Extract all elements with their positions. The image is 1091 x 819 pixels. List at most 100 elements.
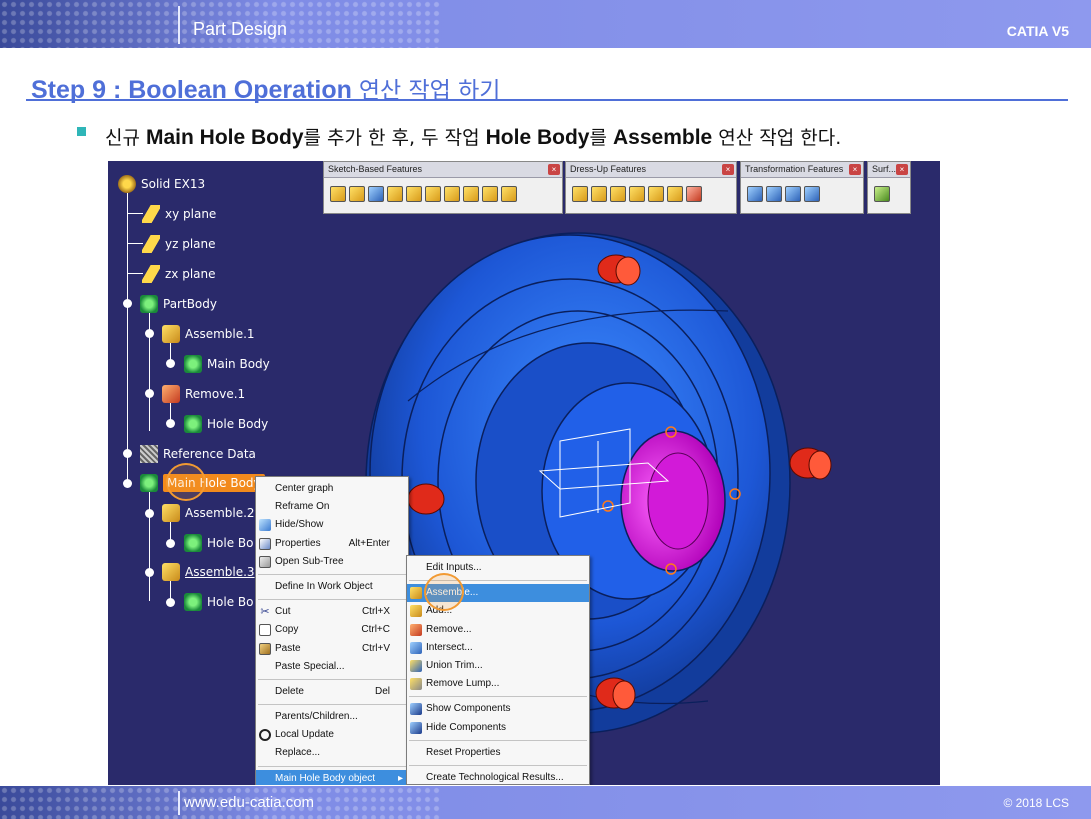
sub-tree-icon (259, 555, 271, 568)
menu-item-reset-properties[interactable]: Reset Properties (407, 744, 589, 762)
menu-item-center-graph[interactable]: Center graph (256, 480, 408, 498)
menu-item-open-sub-tree[interactable]: Open Sub-Tree (256, 553, 408, 571)
tree-node-xy-plane[interactable]: xy plane (142, 203, 216, 225)
menu-item-paste-special[interactable]: Paste Special... (256, 658, 408, 676)
bullet-part: 를 추가 한 후, 두 작업 (303, 127, 486, 149)
expand-toggle[interactable] (166, 598, 175, 607)
expand-toggle[interactable] (166, 419, 175, 428)
body-gear-icon (140, 474, 158, 492)
close-icon[interactable]: × (849, 164, 861, 175)
expand-toggle[interactable] (123, 299, 132, 308)
draft-icon[interactable] (610, 186, 626, 202)
toolbar-transformation-features[interactable]: Transformation Features × (740, 161, 864, 214)
tree-node-label: Hole Bo (207, 595, 254, 609)
assemble-icon (162, 504, 180, 522)
removed-loft-icon[interactable] (501, 186, 517, 202)
menu-item-local-update[interactable]: Local Update (256, 726, 408, 744)
edge-fillet-icon[interactable] (572, 186, 588, 202)
expand-toggle[interactable] (145, 568, 154, 577)
close-icon[interactable]: × (548, 164, 560, 175)
tree-node-assemble-2[interactable]: Assemble.2 (162, 502, 255, 524)
menu-separator (258, 599, 406, 601)
menu-item-label: Paste Special... (275, 660, 345, 672)
close-icon[interactable]: × (896, 164, 908, 175)
slot-icon[interactable] (444, 186, 460, 202)
translation-icon[interactable] (747, 186, 763, 202)
menu-item-parents-children[interactable]: Parents/Children... (256, 708, 408, 726)
expand-toggle[interactable] (123, 449, 132, 458)
expand-toggle[interactable] (166, 539, 175, 548)
tree-node-yz-plane[interactable]: yz plane (142, 233, 216, 255)
expand-toggle[interactable] (145, 329, 154, 338)
tree-node-root[interactable]: Solid EX13 (118, 173, 205, 195)
tree-node-hole-body-2[interactable]: Hole Bo (184, 532, 253, 554)
rib-icon[interactable] (425, 186, 441, 202)
tree-node-assemble-1[interactable]: Assemble.1 (162, 323, 255, 345)
tree-node-zx-plane[interactable]: zx plane (142, 263, 216, 285)
menu-item-reframe-on[interactable]: Reframe On (256, 498, 408, 516)
expand-toggle[interactable] (166, 359, 175, 368)
tree-node-main-body[interactable]: Main Body (184, 353, 270, 375)
stiffener-icon[interactable] (463, 186, 479, 202)
menu-item-remove-lump[interactable]: Remove Lump... (407, 675, 589, 693)
menu-item-show-components[interactable]: Show Components (407, 700, 589, 718)
menu-item-remove[interactable]: Remove... (407, 621, 589, 639)
menu-item-label: Replace... (275, 747, 321, 759)
chamfer-icon[interactable] (591, 186, 607, 202)
header-brand: CATIA V5 (1006, 23, 1069, 39)
context-menu[interactable]: Center graph Reframe On Hide/Show Proper… (255, 476, 409, 785)
expand-toggle[interactable] (145, 389, 154, 398)
toolbar-dress-up-features[interactable]: Dress-Up Features × (565, 161, 737, 214)
menu-item-cut[interactable]: ✂ Cut Ctrl+X (256, 603, 408, 621)
thread-icon[interactable] (667, 186, 683, 202)
tree-node-partbody[interactable]: PartBody (140, 293, 217, 315)
footer-separator (178, 791, 180, 815)
pad-icon[interactable] (330, 186, 346, 202)
hole-icon[interactable] (406, 186, 422, 202)
pattern-icon[interactable] (785, 186, 801, 202)
toolbar-surface-based[interactable]: Surf... × (867, 161, 911, 214)
tree-node-hole-body-3[interactable]: Hole Bo (184, 591, 253, 613)
menu-item-delete[interactable]: Delete Del (256, 683, 408, 701)
thickness-icon[interactable] (648, 186, 664, 202)
menu-item-define-in-work-object[interactable]: Define In Work Object (256, 578, 408, 596)
shell-icon[interactable] (629, 186, 645, 202)
tree-node-assemble-3[interactable]: Assemble.3 (162, 561, 255, 583)
menu-item-union-trim[interactable]: Union Trim... (407, 657, 589, 675)
expand-toggle[interactable] (145, 509, 154, 518)
scaling-icon[interactable] (804, 186, 820, 202)
menu-separator (258, 704, 406, 706)
groove-icon[interactable] (387, 186, 403, 202)
menu-separator (409, 696, 587, 698)
menu-item-hide-components[interactable]: Hide Components (407, 719, 589, 737)
menu-item-properties[interactable]: Properties Alt+Enter (256, 535, 408, 553)
tree-node-remove-1[interactable]: Remove.1 (162, 383, 245, 405)
menu-item-label: Parents/Children... (275, 711, 358, 723)
split-icon[interactable] (874, 186, 890, 202)
remove-face-icon[interactable] (686, 186, 702, 202)
pocket-icon[interactable] (349, 186, 365, 202)
menu-item-create-technological-results[interactable]: Create Technological Results... (407, 769, 589, 785)
paste-icon (259, 642, 271, 655)
shaft-icon[interactable] (368, 186, 384, 202)
hide-components-icon (410, 721, 422, 734)
tree-node-hole-body[interactable]: Hole Body (184, 413, 268, 435)
loft-icon[interactable] (482, 186, 498, 202)
footer-url[interactable]: www.edu-catia.com (184, 794, 314, 811)
expand-toggle[interactable] (123, 479, 132, 488)
close-icon[interactable]: × (722, 164, 734, 175)
mirror-icon[interactable] (766, 186, 782, 202)
menu-item-copy[interactable]: Copy Ctrl+C (256, 621, 408, 639)
body-gear-icon (184, 534, 202, 552)
menu-item-main-hole-body-object[interactable]: Main Hole Body object ▸ (256, 769, 408, 785)
menu-separator (258, 765, 406, 767)
menu-item-replace[interactable]: Replace... (256, 744, 408, 762)
menu-item-intersect[interactable]: Intersect... (407, 639, 589, 657)
tree-node-reference-data[interactable]: Reference Data (140, 443, 256, 465)
menu-item-hide-show[interactable]: Hide/Show (256, 516, 408, 534)
menu-item-paste[interactable]: Paste Ctrl+V (256, 640, 408, 658)
catia-viewport[interactable]: Solid EX13 xy plane yz plane zx plane Pa… (108, 161, 940, 785)
toolbar-sketch-based-features[interactable]: Sketch-Based Features × (323, 161, 563, 214)
remove-lump-icon (410, 678, 422, 691)
menu-item-label: Local Update (275, 729, 334, 741)
